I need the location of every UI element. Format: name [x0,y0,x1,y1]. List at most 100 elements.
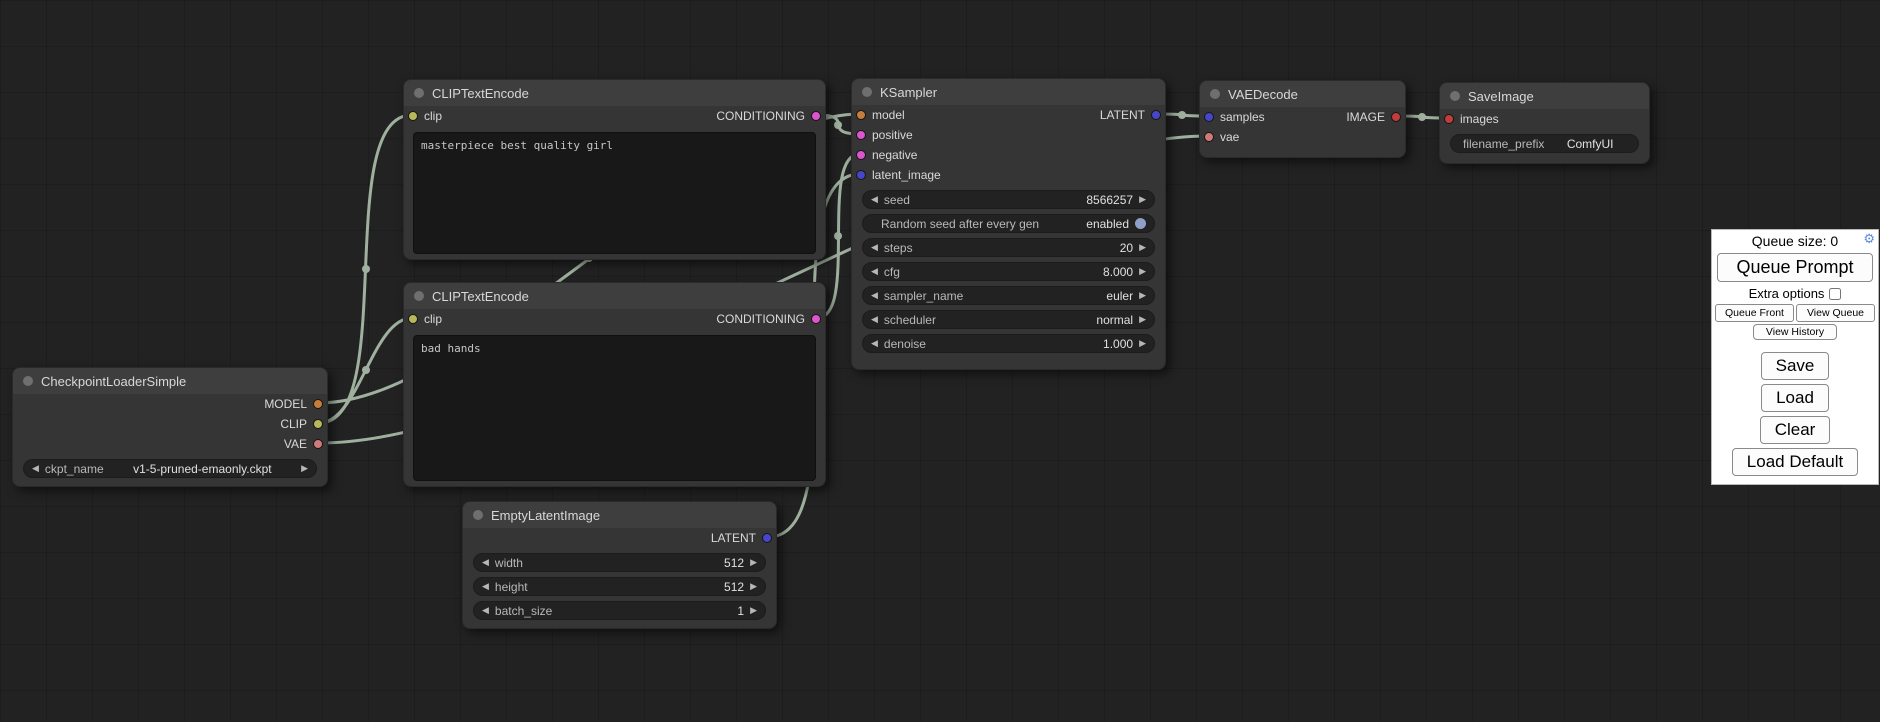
next-arrow-icon[interactable]: ▶ [750,558,757,567]
vae-output-port[interactable] [313,439,323,449]
view-history-button[interactable]: View History [1753,324,1837,340]
image-output-port[interactable] [1391,112,1401,122]
model-output-port[interactable] [313,399,323,409]
widget-value[interactable]: 8566257 [1086,193,1133,207]
clip-input-port[interactable] [408,111,418,121]
node-title-bar[interactable]: CheckpointLoaderSimple [13,368,327,394]
model-input-port[interactable] [856,110,866,120]
clear-button[interactable]: Clear [1760,416,1831,444]
widget-value[interactable]: ComfyUI [1550,137,1630,151]
cfg-widget[interactable]: ◀ cfg 8.000 ▶ [862,262,1155,281]
load-button[interactable]: Load [1761,384,1829,412]
node-clip-text-encode-positive[interactable]: CLIPTextEncode clip CONDITIONING masterp… [403,79,826,260]
settings-gear-icon[interactable]: ⚙ [1863,231,1875,247]
node-title-bar[interactable]: VAEDecode [1200,81,1405,107]
scheduler-widget[interactable]: ◀ scheduler normal ▶ [862,310,1155,329]
node-checkpoint-loader[interactable]: CheckpointLoaderSimple MODEL CLIP VAE ◀ … [12,367,328,487]
save-button[interactable]: Save [1761,352,1830,380]
collapse-dot-icon[interactable] [414,88,424,98]
collapse-dot-icon[interactable] [1210,89,1220,99]
node-empty-latent-image[interactable]: EmptyLatentImage LATENT ◀ width 512 ▶ ◀ … [462,501,777,629]
conditioning-output-port[interactable] [811,314,821,324]
extra-options-row[interactable]: Extra options [1712,283,1878,303]
prev-arrow-icon[interactable]: ◀ [871,315,878,324]
widget-value[interactable]: 1 [737,604,744,618]
collapse-dot-icon[interactable] [414,291,424,301]
next-arrow-icon[interactable]: ▶ [1139,339,1146,348]
prev-arrow-icon[interactable]: ◀ [32,464,39,473]
extra-options-checkbox[interactable] [1829,288,1841,300]
widget-value[interactable]: normal [1096,313,1133,327]
next-arrow-icon[interactable]: ▶ [750,606,757,615]
conditioning-output-port[interactable] [811,111,821,121]
widget-value[interactable]: 8.000 [1103,265,1133,279]
widget-label: seed [884,193,910,207]
prev-arrow-icon[interactable]: ◀ [482,558,489,567]
samples-input-port[interactable] [1204,112,1214,122]
node-title-bar[interactable]: CLIPTextEncode [404,80,825,106]
node-title-bar[interactable]: EmptyLatentImage [463,502,776,528]
batch-size-widget[interactable]: ◀ batch_size 1 ▶ [473,601,766,620]
comfy-menu-panel[interactable]: Queue size: 0 ⚙ Queue Prompt Extra optio… [1711,229,1879,485]
collapse-dot-icon[interactable] [862,87,872,97]
collapse-dot-icon[interactable] [1450,91,1460,101]
widget-value[interactable]: 1.000 [1103,337,1133,351]
node-title: CLIPTextEncode [432,86,529,101]
prev-arrow-icon[interactable]: ◀ [482,606,489,615]
queue-prompt-button[interactable]: Queue Prompt [1717,253,1873,282]
node-graph-canvas[interactable]: CheckpointLoaderSimple MODEL CLIP VAE ◀ … [0,0,1880,722]
random-seed-toggle-widget[interactable]: Random seed after every gen enabled [862,214,1155,233]
view-queue-button[interactable]: View Queue [1796,304,1875,322]
next-arrow-icon[interactable]: ▶ [1139,315,1146,324]
ckpt-name-widget[interactable]: ◀ ckpt_name v1-5-pruned-emaonly.ckpt ▶ [23,459,317,478]
next-arrow-icon[interactable]: ▶ [1139,291,1146,300]
negative-prompt-textarea[interactable]: bad hands [413,335,816,481]
prev-arrow-icon[interactable]: ◀ [482,582,489,591]
load-default-button[interactable]: Load Default [1732,448,1858,476]
next-arrow-icon[interactable]: ▶ [1139,243,1146,252]
next-arrow-icon[interactable]: ▶ [301,464,308,473]
positive-input-port[interactable] [856,130,866,140]
sampler-name-widget[interactable]: ◀ sampler_name euler ▶ [862,286,1155,305]
widget-value[interactable]: 512 [724,556,744,570]
next-arrow-icon[interactable]: ▶ [1139,267,1146,276]
prev-arrow-icon[interactable]: ◀ [871,267,878,276]
widget-value[interactable]: euler [1106,289,1133,303]
clip-input-port[interactable] [408,314,418,324]
collapse-dot-icon[interactable] [23,376,33,386]
latent-output-port[interactable] [1151,110,1161,120]
latent-output-port[interactable] [762,533,772,543]
denoise-widget[interactable]: ◀ denoise 1.000 ▶ [862,334,1155,353]
prev-arrow-icon[interactable]: ◀ [871,243,878,252]
steps-widget[interactable]: ◀ steps 20 ▶ [862,238,1155,257]
height-widget[interactable]: ◀ height 512 ▶ [473,577,766,596]
next-arrow-icon[interactable]: ▶ [1139,195,1146,204]
slot-label: LATENT [711,531,756,545]
queue-front-button[interactable]: Queue Front [1715,304,1794,322]
positive-prompt-textarea[interactable]: masterpiece best quality girl [413,132,816,254]
node-vae-decode[interactable]: VAEDecode samples IMAGE vae [1199,80,1406,158]
prev-arrow-icon[interactable]: ◀ [871,291,878,300]
node-ksampler[interactable]: KSampler LATENT model positive negative … [851,78,1166,370]
toggle-circle-icon[interactable] [1135,218,1146,229]
prev-arrow-icon[interactable]: ◀ [871,195,878,204]
latent-image-input-port[interactable] [856,170,866,180]
width-widget[interactable]: ◀ width 512 ▶ [473,553,766,572]
seed-widget[interactable]: ◀ seed 8566257 ▶ [862,190,1155,209]
prev-arrow-icon[interactable]: ◀ [871,339,878,348]
node-title-bar[interactable]: SaveImage [1440,83,1649,109]
collapse-dot-icon[interactable] [473,510,483,520]
widget-value[interactable]: 512 [724,580,744,594]
widget-value[interactable]: v1-5-pruned-emaonly.ckpt [110,462,295,476]
images-input-port[interactable] [1444,114,1454,124]
clip-output-port[interactable] [313,419,323,429]
negative-input-port[interactable] [856,150,866,160]
widget-value[interactable]: 20 [1120,241,1133,255]
node-title-bar[interactable]: CLIPTextEncode [404,283,825,309]
next-arrow-icon[interactable]: ▶ [750,582,757,591]
node-save-image[interactable]: SaveImage images filename_prefix ComfyUI [1439,82,1650,164]
node-title-bar[interactable]: KSampler [852,79,1165,105]
filename-prefix-widget[interactable]: filename_prefix ComfyUI [1450,134,1639,153]
node-clip-text-encode-negative[interactable]: CLIPTextEncode clip CONDITIONING bad han… [403,282,826,487]
vae-input-port[interactable] [1204,132,1214,142]
